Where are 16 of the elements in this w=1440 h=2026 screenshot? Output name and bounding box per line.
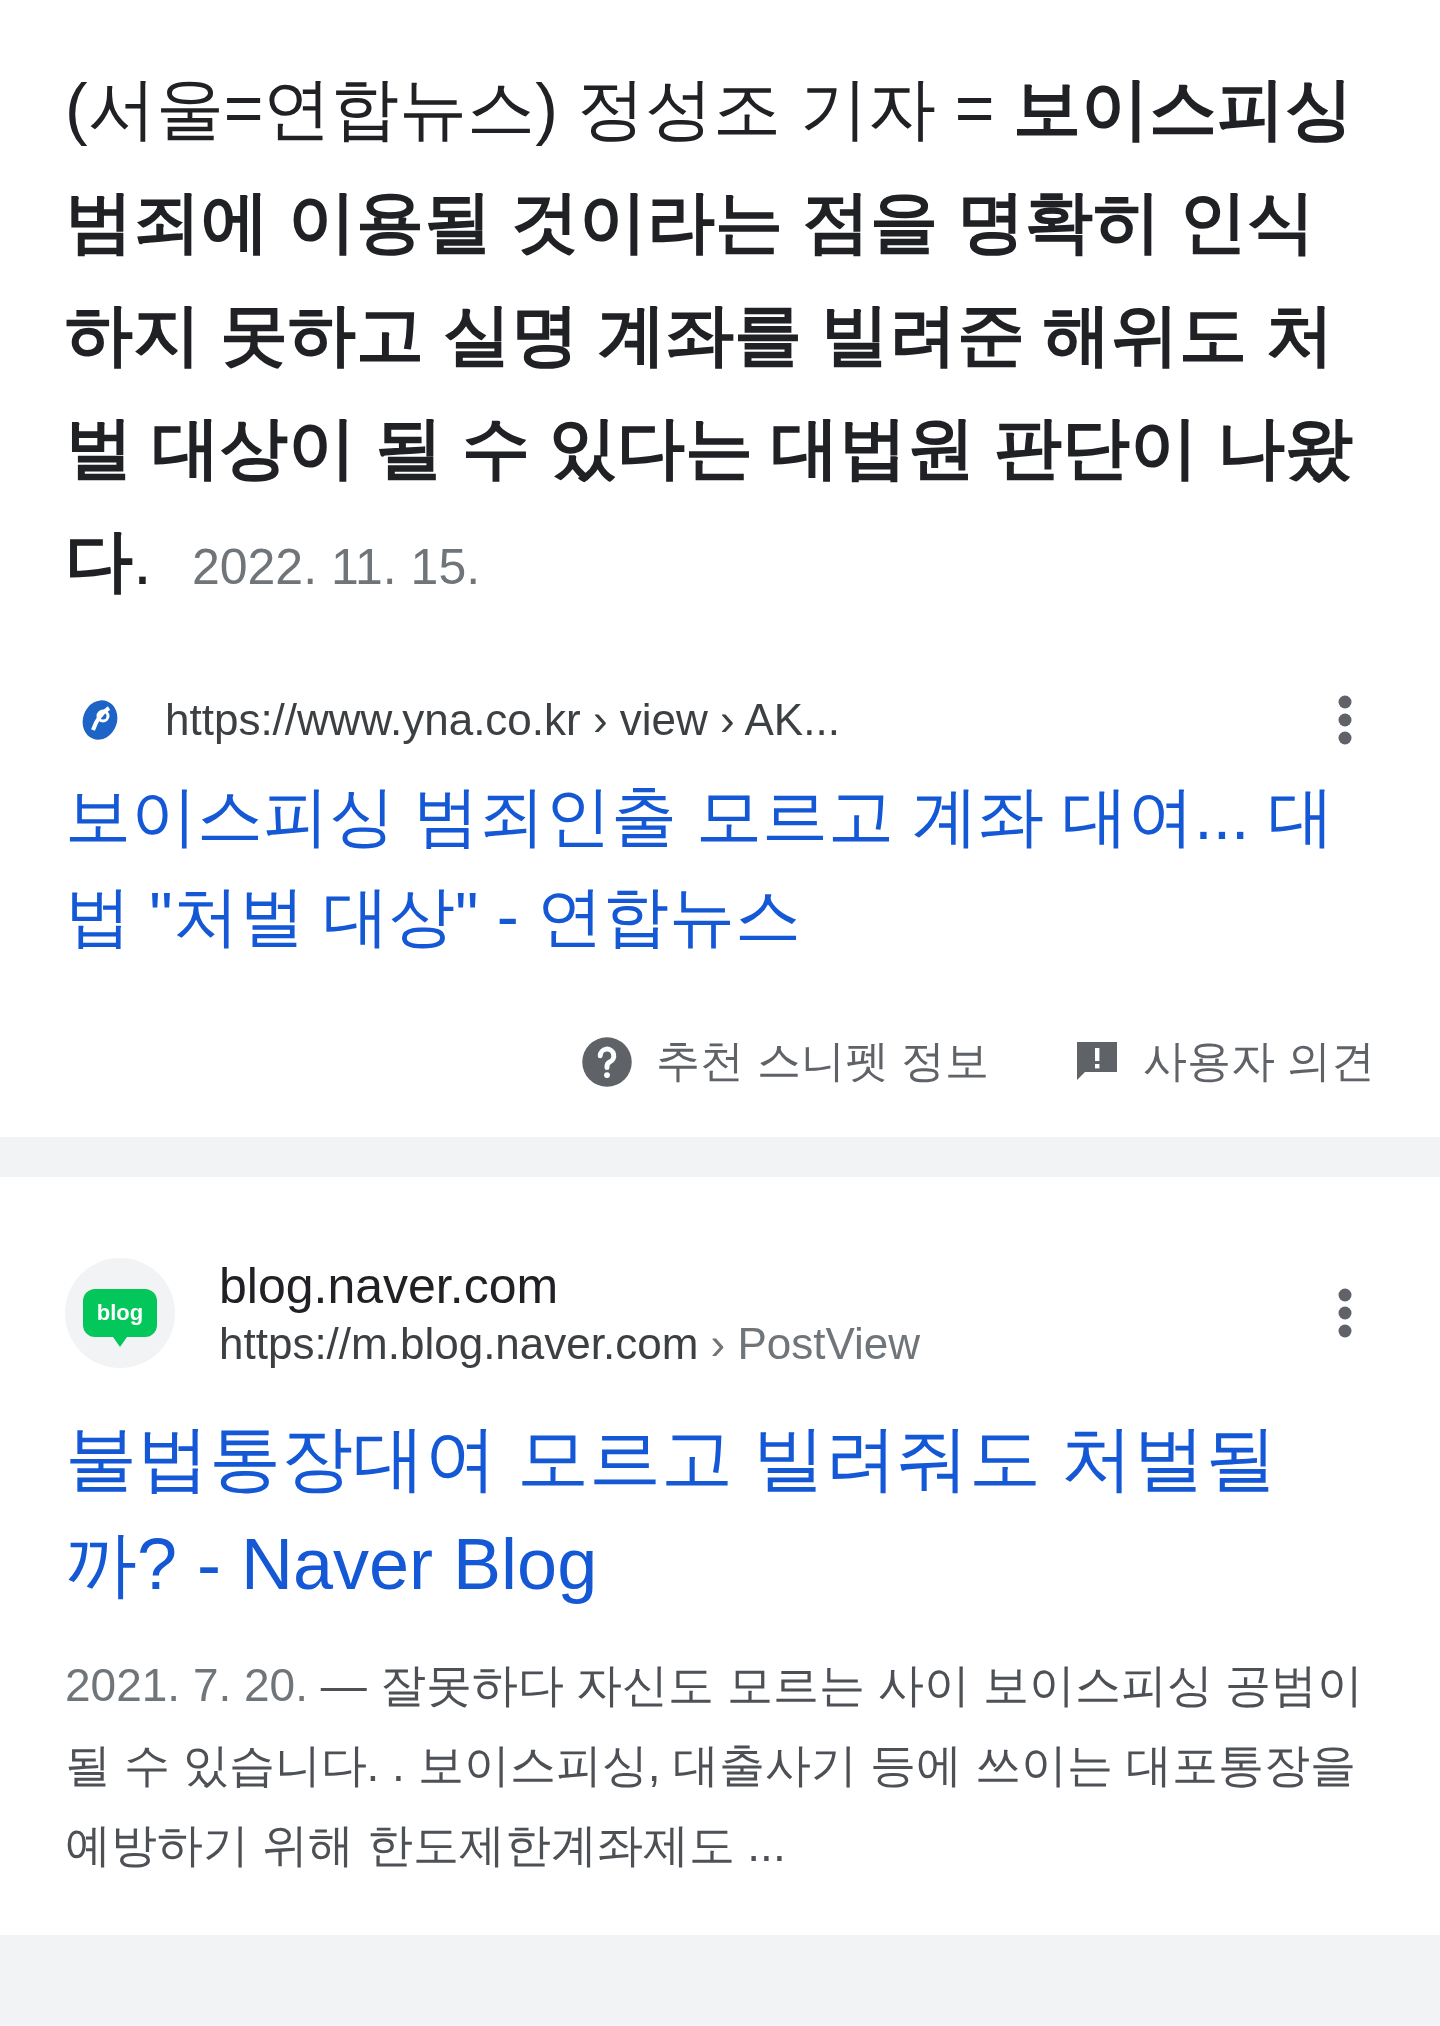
- snippet-info-link[interactable]: 추천 스니펫 정보: [580, 1032, 989, 1091]
- help-icon: [580, 1034, 635, 1089]
- link-label: 사용자 의견: [1142, 1035, 1375, 1087]
- blog-logo-icon: blog: [65, 1258, 175, 1368]
- link-label: 추천 스니펫 정보: [656, 1035, 989, 1087]
- site-name: blog.naver.com: [219, 1257, 560, 1315]
- result-title-link[interactable]: 보이스피싱 범죄인출 모르고 계좌 대여... 대법 "처벌 대상" - 연합뉴스: [65, 766, 1375, 966]
- result-title-link[interactable]: 불법통장대여 모르고 빌려줘도 처벌될까? - Naver Blog: [65, 1405, 1375, 1617]
- more-icon[interactable]: [1337, 1287, 1353, 1339]
- result-snippet: 2021. 7. 20. — 잘못하다 자신도 모르는 사이 보이스피싱 공범이 될 수 있습니다. . 보이스피싱, 대출사기 등에 쓰이는 대포통장을 예방하기 위해 한도제한계좌제도 ...: [65, 1658, 1365, 1873]
- more-icon[interactable]: [1337, 694, 1353, 746]
- snippet-date: 2022. 11. 15.: [191, 539, 481, 595]
- feedback-link[interactable]: 사용자 의견: [1072, 1032, 1375, 1091]
- site-url: https://m.blog.naver.com › PostView: [219, 1319, 922, 1369]
- snippet-text: (서울=연합뉴스) 정성조 기자 = 보이스피싱 범죄에 이용될 것이라는 점을 명확히 인식하지 못하고 실명 계좌를 빌려준 해위도 처벌 대상이 될 수 있다는 대법원 판단이 나왔다. 2022. 11. 15.: [65, 69, 1355, 600]
- source-url: https://www.yna.co.kr › view › AK...: [165, 695, 841, 745]
